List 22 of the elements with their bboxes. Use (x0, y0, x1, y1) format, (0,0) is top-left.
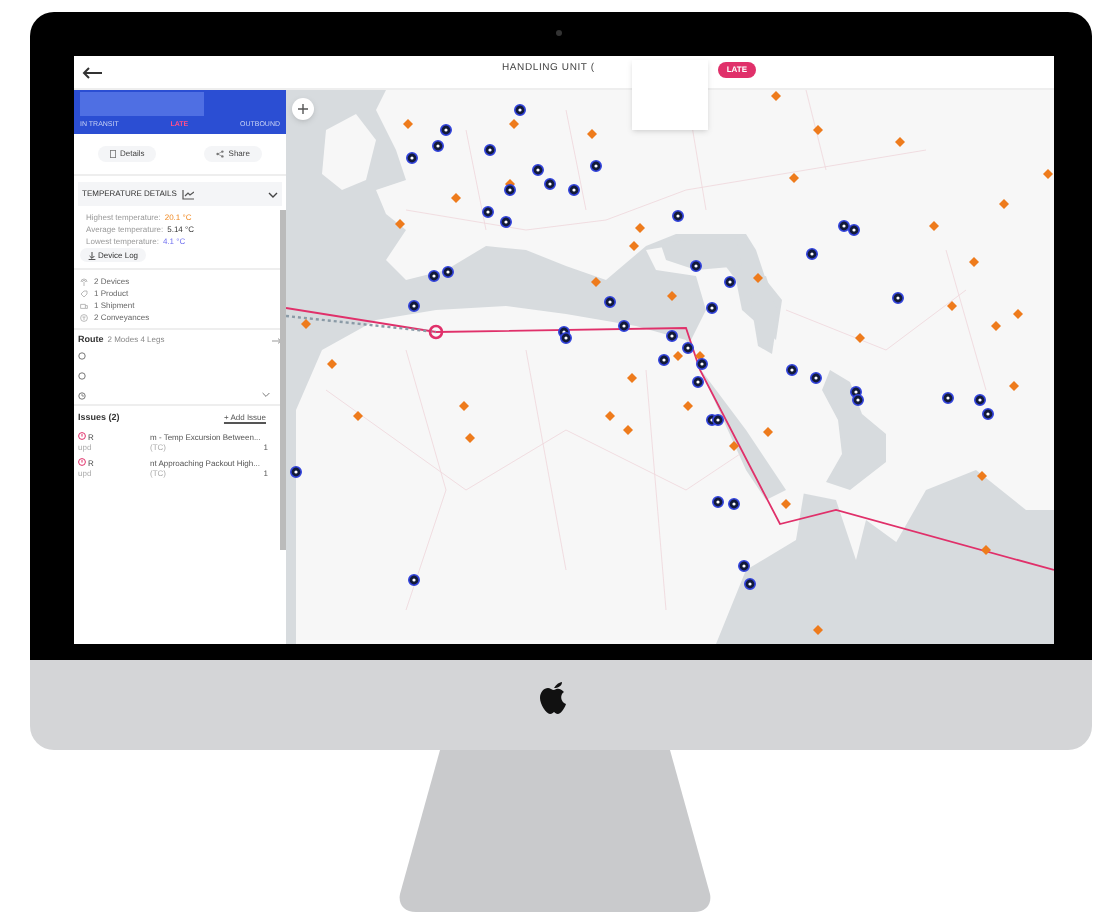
caret-icon[interactable] (268, 191, 278, 197)
back-arrow-icon[interactable] (82, 65, 102, 79)
device-icon (80, 277, 88, 285)
redaction-block (80, 92, 204, 116)
sea-area (750, 276, 778, 354)
camera-icon (556, 30, 562, 36)
product-icon (80, 289, 88, 297)
location-icon (78, 371, 86, 380)
location-icon (78, 351, 86, 360)
alert-icon (78, 432, 86, 440)
document-icon (110, 150, 117, 158)
conveyance-icon (80, 313, 88, 321)
waypoint-icon[interactable] (428, 324, 444, 340)
plus-icon (298, 104, 308, 114)
alert-icon (78, 458, 86, 466)
share-icon (216, 150, 225, 158)
apple-icon (538, 678, 570, 716)
download-icon (88, 251, 96, 259)
chart-icon (182, 189, 195, 199)
zoom-button[interactable] (292, 98, 314, 120)
shipment-icon (80, 301, 88, 309)
clock-icon (78, 391, 86, 400)
